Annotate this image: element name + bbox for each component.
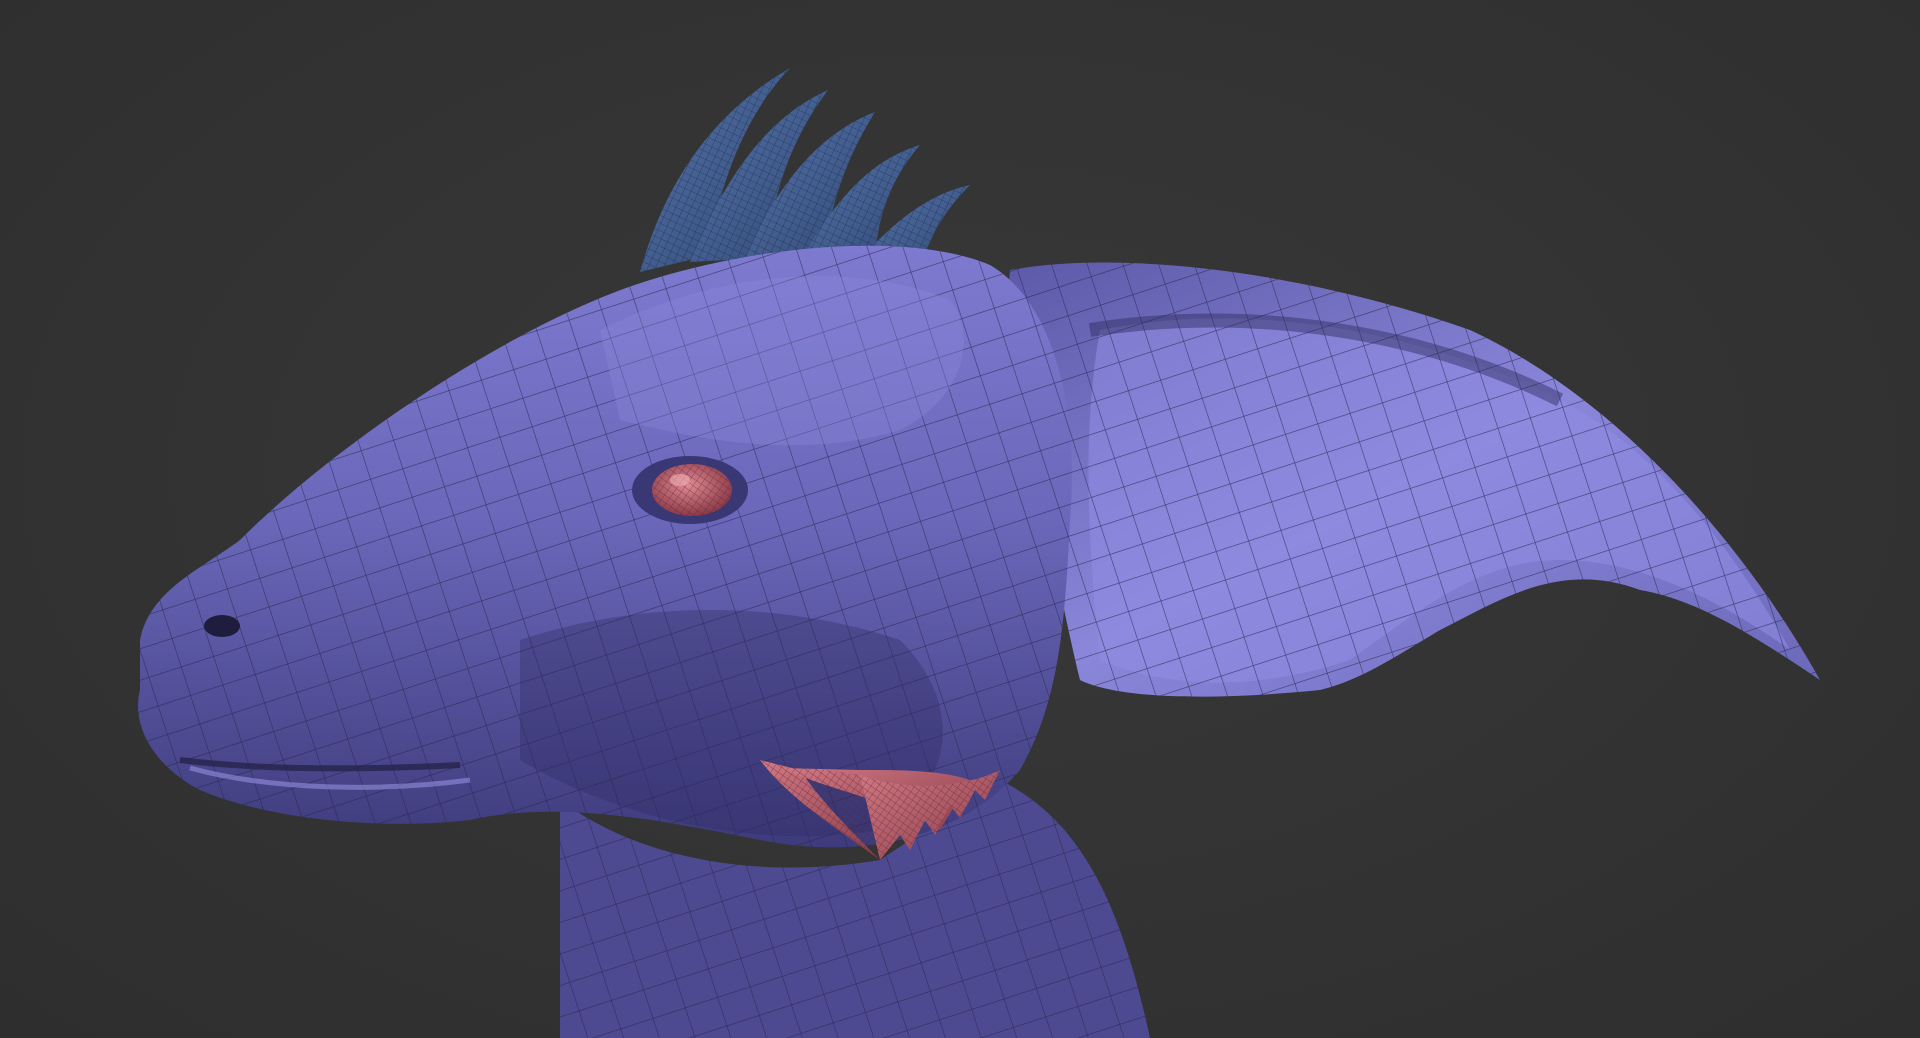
viewport-canvas[interactable] (0, 0, 1920, 1038)
3d-viewport[interactable] (0, 0, 1920, 1038)
ear-fin[interactable] (1000, 262, 1820, 697)
nostril (204, 615, 240, 637)
head-crest[interactable] (640, 68, 970, 280)
creature-eye[interactable] (632, 456, 748, 524)
creature-head[interactable] (138, 245, 1072, 848)
